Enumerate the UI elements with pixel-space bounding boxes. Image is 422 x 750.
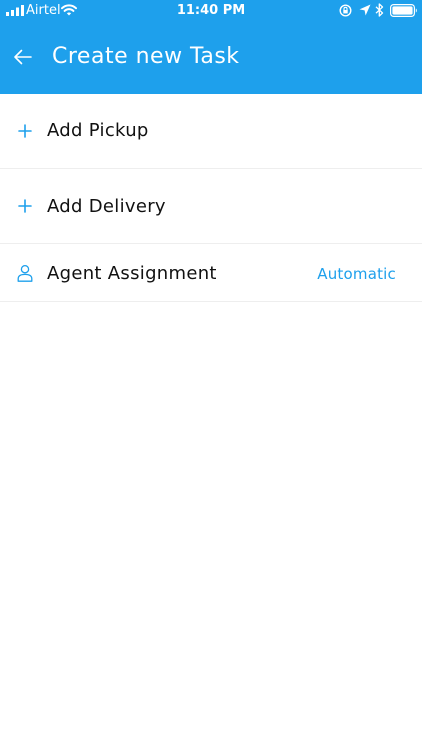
battery-icon	[390, 4, 417, 17]
status-bar: Airtel 11:40 PM	[0, 0, 422, 22]
add-delivery-row[interactable]: Add Delivery	[0, 169, 422, 244]
add-delivery-label: Add Delivery	[47, 196, 166, 217]
plus-icon	[18, 199, 32, 213]
add-pickup-row[interactable]: Add Pickup	[0, 94, 422, 169]
agent-assignment-row[interactable]: Agent Assignment Automatic	[0, 244, 422, 302]
orientation-lock-icon	[339, 4, 352, 17]
person-icon	[17, 264, 33, 282]
add-pickup-label: Add Pickup	[47, 120, 149, 141]
navigation-bar: Create new Task	[0, 22, 422, 94]
plus-icon	[18, 124, 32, 138]
location-arrow-icon	[359, 4, 371, 16]
page-title: Create new Task	[52, 44, 240, 69]
bluetooth-icon	[375, 3, 384, 17]
agent-assignment-label: Agent Assignment	[47, 263, 217, 284]
assignment-mode-value[interactable]: Automatic	[317, 264, 396, 284]
back-arrow-icon[interactable]	[12, 46, 34, 68]
app-header: Airtel 11:40 PM Create new Task	[0, 0, 422, 94]
